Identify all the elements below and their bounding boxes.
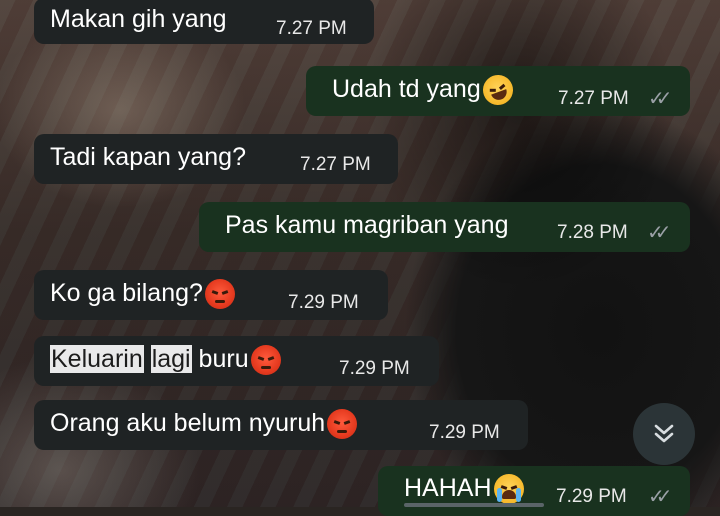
outgoing-message[interactable]: Udah td yang 7.27 PM ✓✓ bbox=[306, 66, 690, 116]
outgoing-message[interactable]: Pas kamu magriban yang 7.28 PM ✓✓ bbox=[199, 202, 690, 252]
message-text-content: Orang aku belum nyuruh bbox=[50, 409, 326, 437]
incoming-message[interactable]: Makan gih yang 7.27 PM bbox=[34, 0, 374, 44]
message-text-content: buru bbox=[191, 345, 249, 373]
message-text: HAHAH bbox=[404, 473, 524, 505]
message-text: Keluarin lagi buru bbox=[50, 344, 281, 376]
message-time: 7.29 PM bbox=[288, 292, 359, 313]
message-text: Ko ga bilang? bbox=[50, 278, 235, 310]
message-text-content: HAHAH bbox=[404, 474, 492, 502]
message-time: 7.29 PM bbox=[339, 358, 410, 379]
message-text-content: Udah td yang bbox=[332, 75, 481, 103]
incoming-message[interactable]: Ko ga bilang? 7.29 PM bbox=[34, 270, 388, 320]
message-time: 7.27 PM bbox=[558, 88, 629, 109]
angry-emoji bbox=[327, 409, 358, 440]
incoming-message[interactable]: Tadi kapan yang? 7.27 PM bbox=[34, 134, 398, 184]
double-check-icon: ✓✓ bbox=[647, 222, 671, 244]
message-text: Pas kamu magriban yang bbox=[225, 211, 509, 239]
selected-word[interactable]: lagi bbox=[150, 345, 192, 373]
message-time: 7.28 PM bbox=[557, 222, 628, 243]
angry-emoji bbox=[204, 279, 235, 310]
message-time: 7.27 PM bbox=[300, 154, 371, 175]
incoming-message[interactable]: Keluarin lagi buru 7.29 PM bbox=[34, 336, 439, 386]
double-check-icon: ✓✓ bbox=[648, 486, 672, 508]
crying-emoji bbox=[493, 474, 524, 505]
message-time: 7.29 PM bbox=[429, 422, 500, 443]
message-text-content bbox=[144, 345, 151, 373]
rolling-laughing-emoji bbox=[478, 71, 517, 110]
outgoing-message[interactable]: HAHAH 7.29 PM ✓✓ bbox=[378, 466, 690, 516]
message-time: 7.27 PM bbox=[276, 18, 347, 39]
incoming-message[interactable]: Orang aku belum nyuruh 7.29 PM bbox=[34, 400, 528, 450]
message-text: Tadi kapan yang? bbox=[50, 143, 246, 171]
selected-word[interactable]: Keluarin bbox=[50, 345, 144, 373]
message-text-content: Ko ga bilang? bbox=[50, 279, 203, 307]
chevron-double-down-icon bbox=[654, 424, 674, 443]
angry-emoji bbox=[250, 345, 281, 376]
message-text: Udah td yang bbox=[332, 71, 517, 110]
message-time: 7.29 PM bbox=[556, 486, 627, 507]
message-text: Makan gih yang bbox=[50, 5, 227, 33]
double-check-icon: ✓✓ bbox=[648, 88, 672, 110]
text-selection-bar bbox=[404, 503, 544, 507]
message-text: Orang aku belum nyuruh bbox=[50, 408, 358, 440]
scroll-to-bottom-button[interactable] bbox=[633, 403, 695, 465]
